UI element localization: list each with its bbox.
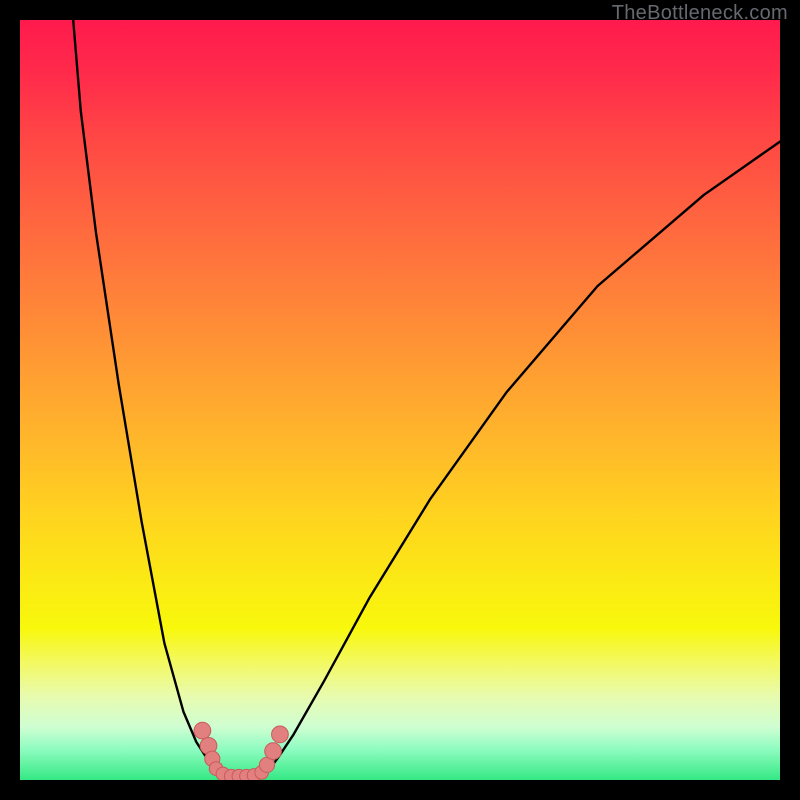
marker-group [194,722,288,780]
outer-frame: TheBottleneck.com [0,0,800,800]
chart-svg [20,20,780,780]
curve-group [73,20,780,776]
data-marker [265,743,282,760]
bottleneck-curve [73,20,780,776]
data-marker [272,726,289,743]
plot-area [20,20,780,780]
watermark-text: TheBottleneck.com [612,2,788,25]
data-marker [194,722,211,739]
